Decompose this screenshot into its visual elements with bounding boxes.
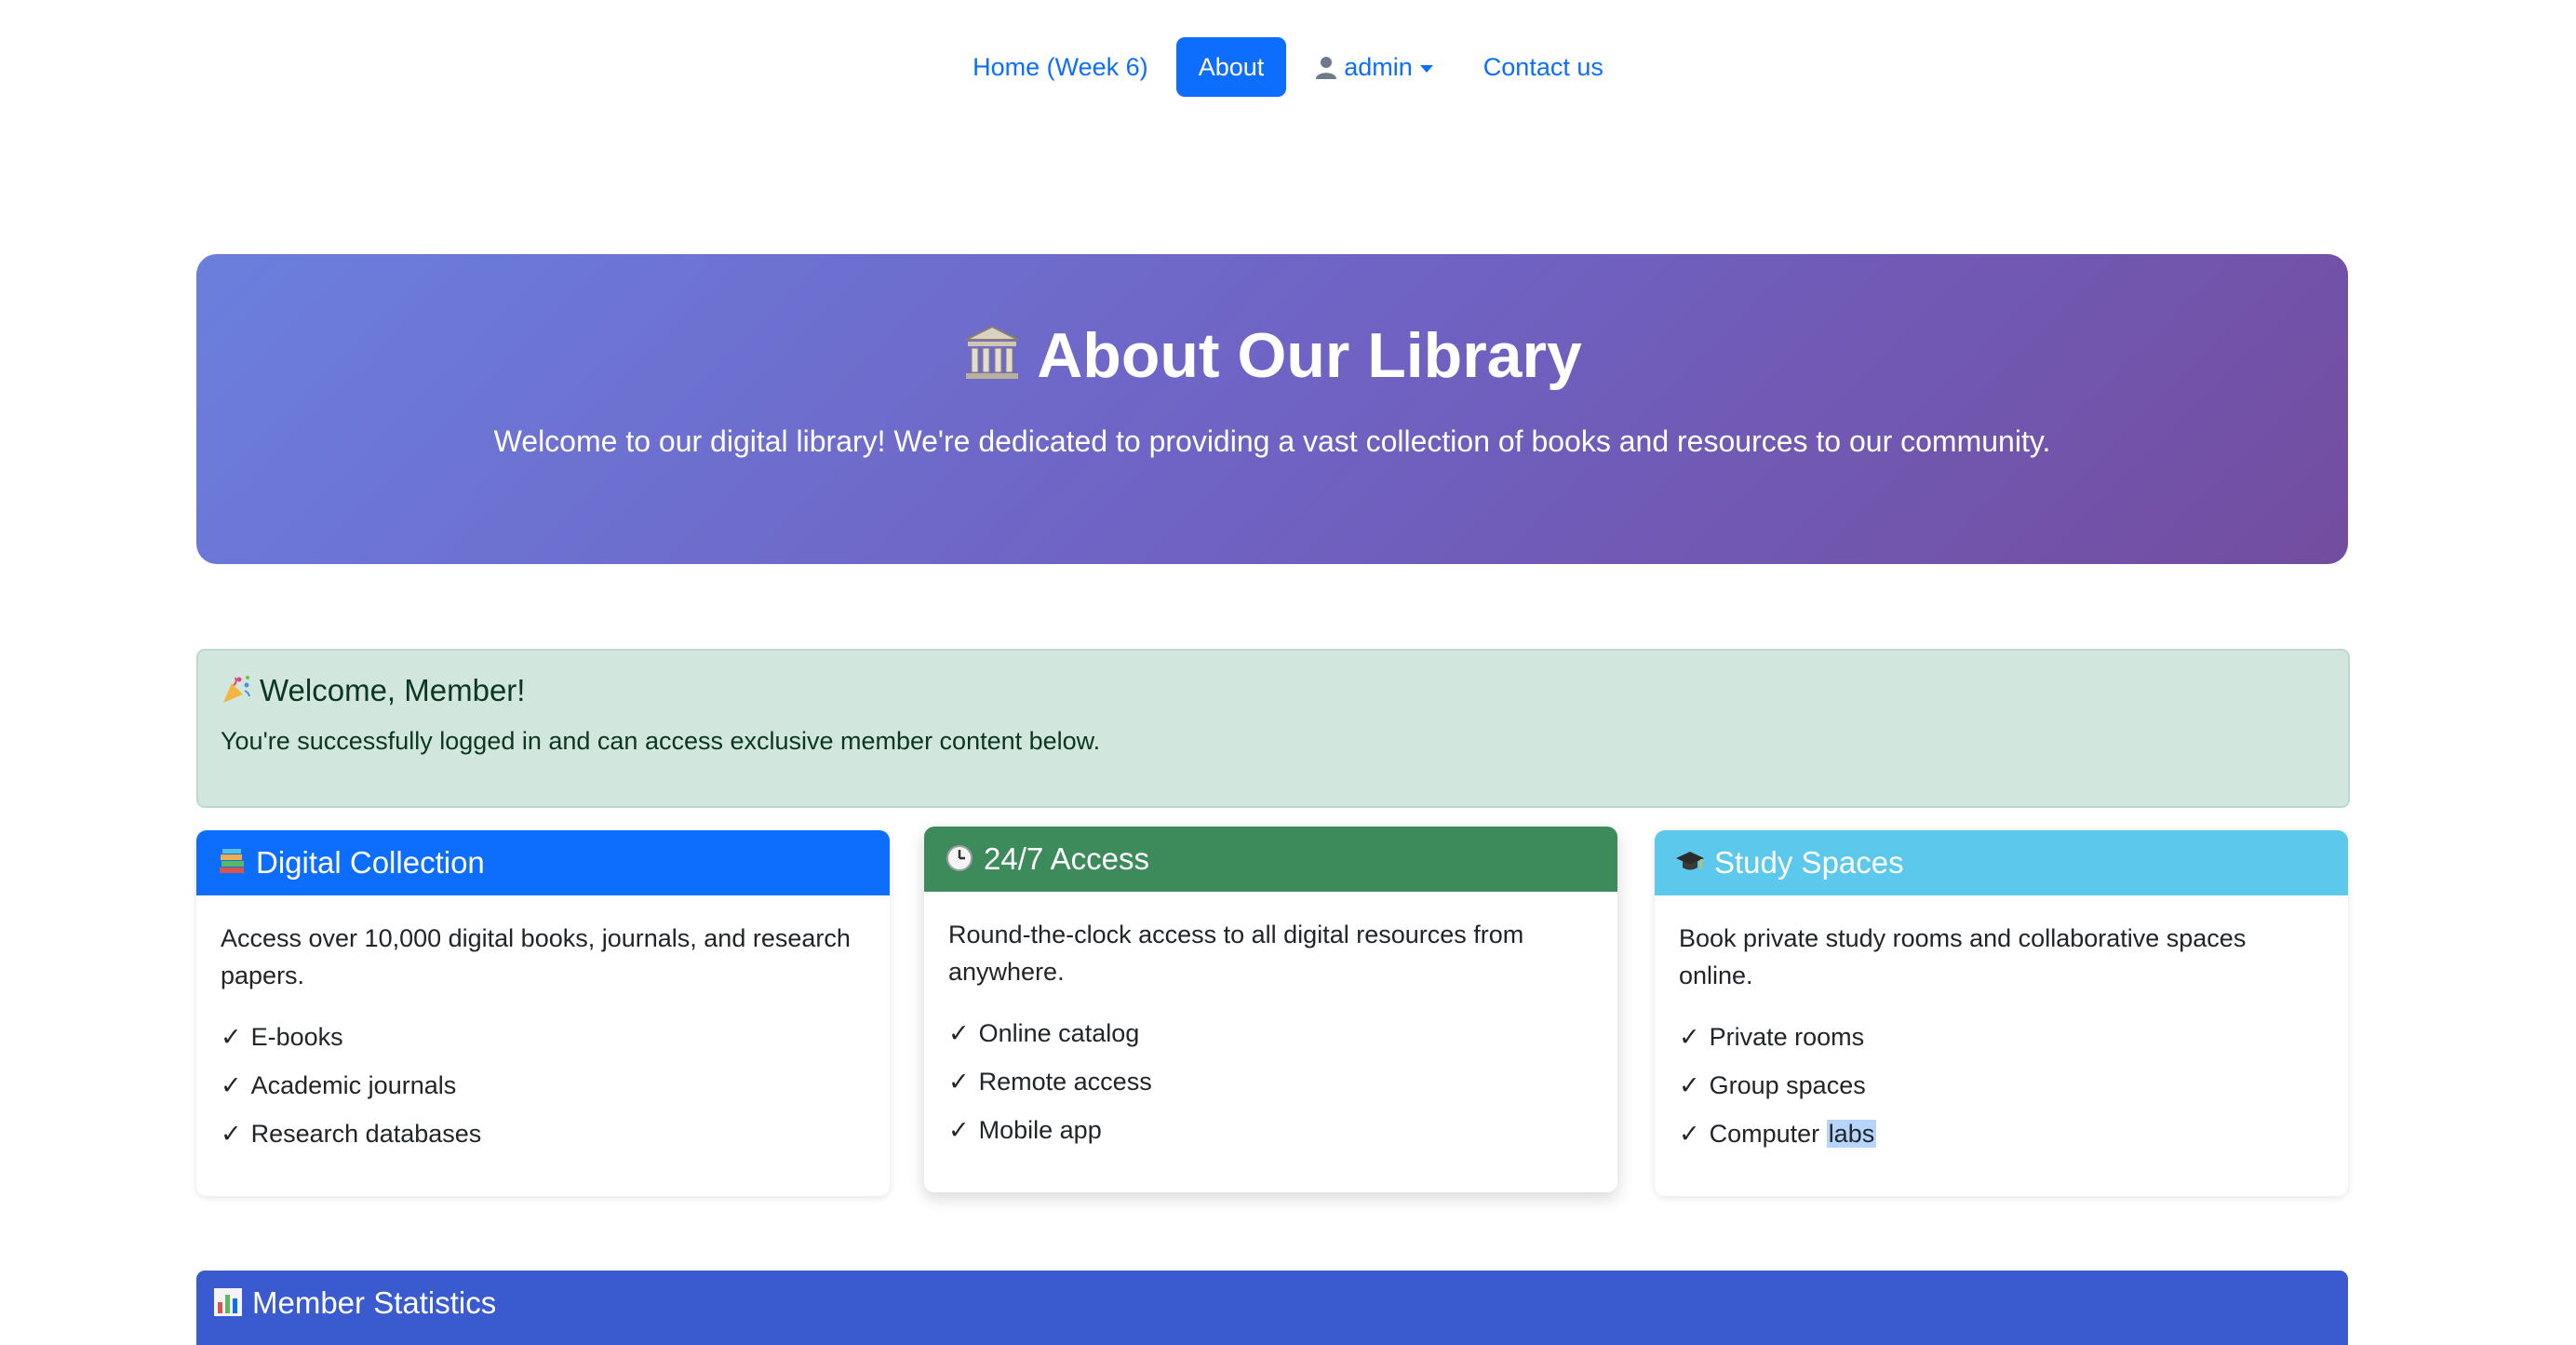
library-building-icon bbox=[965, 325, 1019, 379]
card-title: Study Spaces bbox=[1714, 845, 1904, 880]
card-feature-list: ✓ E-books ✓ Academic journals ✓ Research da… bbox=[221, 1013, 865, 1158]
card-header: Study Spaces bbox=[1655, 830, 2348, 895]
list-item-label: Group spaces bbox=[1709, 1071, 1866, 1099]
card-header: 24/7 Access bbox=[924, 827, 1617, 892]
clock-icon bbox=[946, 845, 973, 871]
user-icon bbox=[1316, 57, 1337, 79]
card-body: Round-the-clock access to all digital re… bbox=[924, 892, 1617, 1154]
list-item-label: Computer bbox=[1709, 1120, 1827, 1148]
list-item: ✓ Computer labs bbox=[1679, 1110, 2324, 1158]
nav-admin-label: admin bbox=[1344, 53, 1413, 81]
list-item: ✓ Group spaces bbox=[1679, 1061, 2324, 1110]
list-item: ✓ Research databases bbox=[221, 1110, 865, 1158]
list-item: ✓ Remote access bbox=[948, 1057, 1593, 1106]
alert-text: You're successfully logged in and can ac… bbox=[221, 727, 1101, 755]
hero-banner: About Our Library Welcome to our digital… bbox=[196, 254, 2348, 564]
stats-title: Member Statistics bbox=[196, 1285, 496, 1320]
bar-chart-icon bbox=[214, 1288, 242, 1316]
check-icon: ✓ bbox=[1679, 1023, 1700, 1051]
hero-title-text: About Our Library bbox=[1037, 320, 1582, 391]
hero-subtitle: Welcome to our digital library! We're de… bbox=[493, 424, 2051, 458]
list-item-label: Research databases bbox=[250, 1120, 482, 1148]
card-body: Book private study rooms and collaborati… bbox=[1655, 895, 2348, 1158]
card-study-spaces: Study Spaces Book private study rooms an… bbox=[1655, 830, 2348, 1196]
hero-title: About Our Library bbox=[196, 319, 2348, 392]
list-item: ✓ E-books bbox=[221, 1013, 865, 1061]
check-icon: ✓ bbox=[948, 1019, 970, 1047]
nav-home-link[interactable]: Home (Week 6) bbox=[950, 37, 1171, 97]
list-item-label: Online catalog bbox=[978, 1019, 1140, 1047]
chevron-down-icon bbox=[1419, 64, 1433, 73]
check-icon: ✓ bbox=[948, 1068, 970, 1096]
member-statistics-header: Member Statistics bbox=[196, 1271, 2348, 1345]
selected-text: labs bbox=[1826, 1120, 1877, 1148]
check-icon: ✓ bbox=[221, 1120, 242, 1148]
card-description: Round-the-clock access to all digital re… bbox=[948, 921, 1524, 986]
party-popper-icon bbox=[223, 676, 250, 703]
list-item-label: E-books bbox=[250, 1023, 343, 1051]
check-icon: ✓ bbox=[1679, 1071, 1700, 1099]
card-24-7-access: 24/7 Access Round-the-clock access to al… bbox=[924, 827, 1617, 1192]
books-icon bbox=[220, 849, 244, 873]
alert-title-text: Welcome, Member! bbox=[260, 673, 526, 707]
stats-title-text: Member Statistics bbox=[252, 1285, 497, 1320]
nav-admin-dropdown[interactable]: admin bbox=[1292, 37, 1456, 97]
check-icon: ✓ bbox=[1679, 1120, 1700, 1148]
card-title: 24/7 Access bbox=[984, 841, 1149, 876]
card-digital-collection: Digital Collection Access over 10,000 di… bbox=[196, 830, 890, 1196]
card-feature-list: ✓ Online catalog ✓ Remote access ✓ Mobile a… bbox=[948, 1009, 1593, 1154]
welcome-alert: Welcome, Member! You're successfully log… bbox=[196, 649, 2350, 808]
list-item-label: Private rooms bbox=[1709, 1023, 1865, 1051]
check-icon: ✓ bbox=[948, 1116, 970, 1144]
card-title: Digital Collection bbox=[256, 845, 485, 880]
list-item: ✓ Academic journals bbox=[221, 1061, 865, 1110]
card-feature-list: ✓ Private rooms ✓ Group spaces ✓ Computer l… bbox=[1679, 1013, 2324, 1158]
alert-title: Welcome, Member! bbox=[221, 673, 525, 708]
nav-contact-link[interactable]: Contact us bbox=[1461, 37, 1626, 97]
card-body: Access over 10,000 digital books, journa… bbox=[196, 895, 890, 1158]
card-description: Access over 10,000 digital books, journa… bbox=[221, 924, 851, 989]
list-item: ✓ Private rooms bbox=[1679, 1013, 2324, 1061]
card-description: Book private study rooms and collaborati… bbox=[1679, 924, 2247, 989]
list-item-label: Academic journals bbox=[250, 1071, 457, 1099]
check-icon: ✓ bbox=[221, 1023, 242, 1051]
top-nav: Home (Week 6) About admin Contact us bbox=[0, 37, 2576, 97]
list-item: ✓ Online catalog bbox=[948, 1009, 1593, 1057]
card-header: Digital Collection bbox=[196, 830, 890, 895]
check-icon: ✓ bbox=[221, 1071, 242, 1099]
nav-about-link[interactable]: About bbox=[1175, 37, 1287, 97]
list-item-label: Mobile app bbox=[978, 1116, 1102, 1144]
list-item-label: Remote access bbox=[978, 1068, 1152, 1096]
graduation-cap-icon bbox=[1676, 852, 1704, 870]
list-item: ✓ Mobile app bbox=[948, 1106, 1593, 1154]
